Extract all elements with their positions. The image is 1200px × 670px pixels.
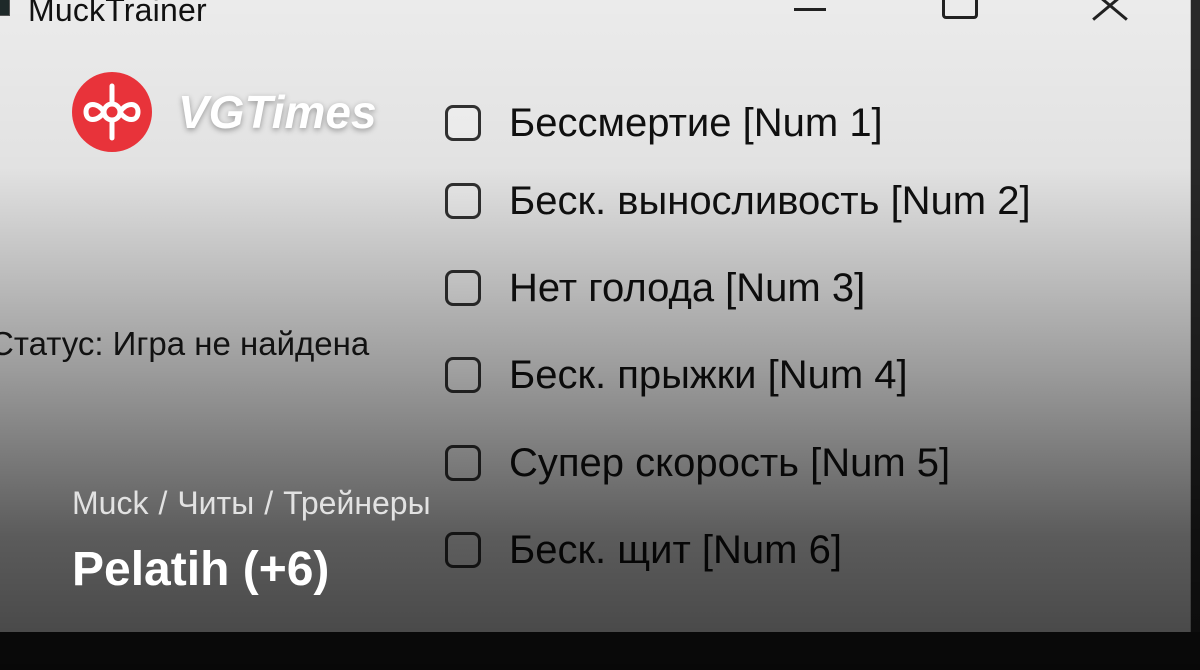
checkbox[interactable] [445, 532, 481, 568]
breadcrumb-item[interactable]: Трейнеры [283, 485, 430, 522]
logo-text: VGTimes [178, 86, 377, 138]
breadcrumb: Muck / Читы / Трейнеры [72, 485, 431, 522]
title-bar: MuckTrainer [0, 0, 1190, 28]
checkbox[interactable] [445, 105, 481, 141]
option-infinite-stamina[interactable]: Беск. выносливость [Num 2] [445, 176, 1031, 226]
maximize-icon[interactable] [920, 0, 990, 28]
option-super-speed[interactable]: Супер скорость [Num 5] [445, 438, 950, 488]
option-immortality[interactable]: Бессмертие [Num 1] [445, 98, 883, 148]
option-label: Беск. выносливость [Num 2] [509, 178, 1031, 223]
minimize-icon[interactable] [772, 0, 842, 28]
option-infinite-jumps[interactable]: Беск. прыжки [Num 4] [445, 350, 908, 400]
option-no-hunger[interactable]: Нет голода [Num 3] [445, 263, 865, 313]
option-label: Бессмертие [Num 1] [509, 100, 883, 145]
option-infinite-shield[interactable]: Беск. щит [Num 6] [445, 525, 842, 575]
checkbox[interactable] [445, 183, 481, 219]
vgtimes-logo-icon [72, 72, 152, 152]
option-label: Беск. щит [Num 6] [509, 527, 842, 572]
checkbox[interactable] [445, 445, 481, 481]
breadcrumb-separator: / [158, 485, 168, 521]
vgtimes-logo: VGTimes [72, 72, 377, 152]
page-title: Pelatih (+6) [72, 543, 330, 596]
breadcrumb-separator: / [264, 485, 274, 521]
checkbox[interactable] [445, 270, 481, 306]
taskbar-strip [0, 632, 1200, 670]
checkbox[interactable] [445, 357, 481, 393]
breadcrumb-item[interactable]: Читы [177, 485, 254, 522]
option-label: Супер скорость [Num 5] [509, 440, 951, 485]
option-label: Нет голода [Num 3] [509, 265, 866, 310]
window-title: MuckTrainer [28, 0, 207, 28]
status-label: Статус: Игра не найдена [0, 325, 370, 362]
close-icon[interactable] [1070, 0, 1140, 28]
option-label: Беск. прыжки [Num 4] [509, 352, 908, 397]
breadcrumb-item[interactable]: Muck [72, 485, 148, 522]
app-icon [0, 0, 10, 16]
